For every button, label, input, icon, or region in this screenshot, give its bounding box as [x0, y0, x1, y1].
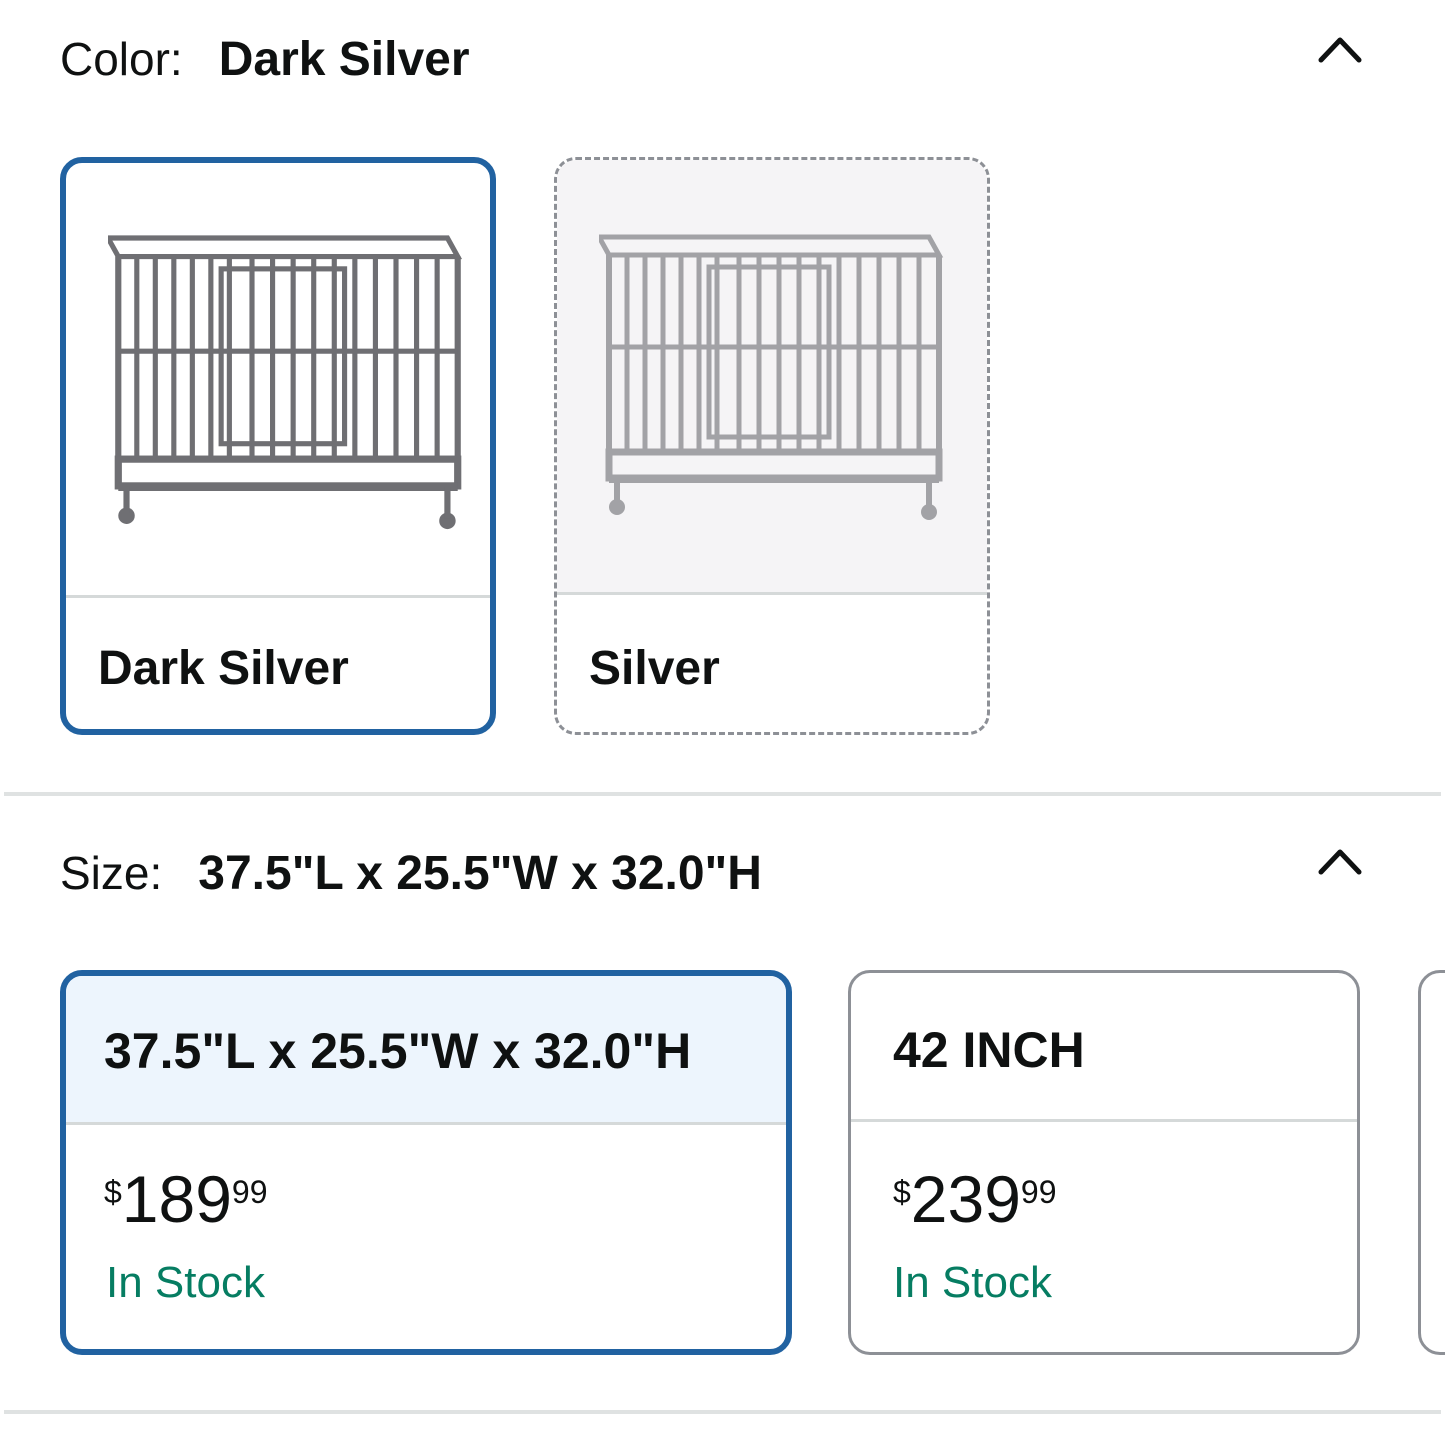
price: $ 239 99 — [893, 1166, 1057, 1232]
size-header: Size: 37.5"L x 25.5"W x 32.0"H — [60, 846, 762, 901]
color-header: Color: Dark Silver — [60, 32, 470, 87]
availability-status: In Stock — [106, 1258, 265, 1307]
size-option-name: 37.5"L x 25.5"W x 32.0"H — [104, 1023, 692, 1079]
price-symbol: $ — [893, 1174, 911, 1210]
section-divider — [4, 792, 1441, 796]
swatch-name: Dark Silver — [98, 642, 349, 695]
color-selected-value: Dark Silver — [218, 33, 470, 86]
dog-crate-dark-silver-image — [66, 163, 490, 595]
price-fraction: 99 — [231, 1174, 268, 1210]
chevron-up-icon[interactable] — [1318, 28, 1362, 72]
price-whole: 239 — [910, 1162, 1021, 1236]
color-label: Color: — [60, 33, 183, 85]
size-option-header: 42 INCH — [851, 973, 1357, 1119]
color-option-silver[interactable]: Silver — [554, 157, 990, 735]
availability-status: In Stock — [893, 1258, 1052, 1307]
price-whole: 189 — [121, 1162, 232, 1236]
chevron-up-icon[interactable] — [1318, 840, 1362, 884]
color-option-dark-silver[interactable]: Dark Silver — [60, 157, 496, 735]
swatch-divider — [557, 592, 987, 595]
size-label: Size: — [60, 847, 163, 899]
swatch-divider — [66, 595, 490, 598]
size-option-42-inch[interactable]: 42 INCH $ 239 99 In Stock — [848, 970, 1360, 1355]
section-divider — [4, 1410, 1441, 1414]
size-option-header: 37.5"L x 25.5"W x 32.0"H — [66, 976, 786, 1122]
size-option-next-partial[interactable] — [1418, 970, 1445, 1355]
price-fraction: 99 — [1020, 1174, 1057, 1210]
dog-crate-silver-image — [557, 160, 987, 592]
price-symbol: $ — [104, 1174, 122, 1210]
size-option-divider — [851, 1119, 1357, 1122]
price: $ 189 99 — [104, 1166, 268, 1232]
size-option-37-5[interactable]: 37.5"L x 25.5"W x 32.0"H $ 189 99 In Sto… — [60, 970, 792, 1355]
size-option-divider — [66, 1122, 786, 1125]
swatch-name: Silver — [589, 642, 720, 695]
size-selected-value: 37.5"L x 25.5"W x 32.0"H — [198, 847, 762, 900]
size-option-name: 42 INCH — [893, 1022, 1085, 1078]
